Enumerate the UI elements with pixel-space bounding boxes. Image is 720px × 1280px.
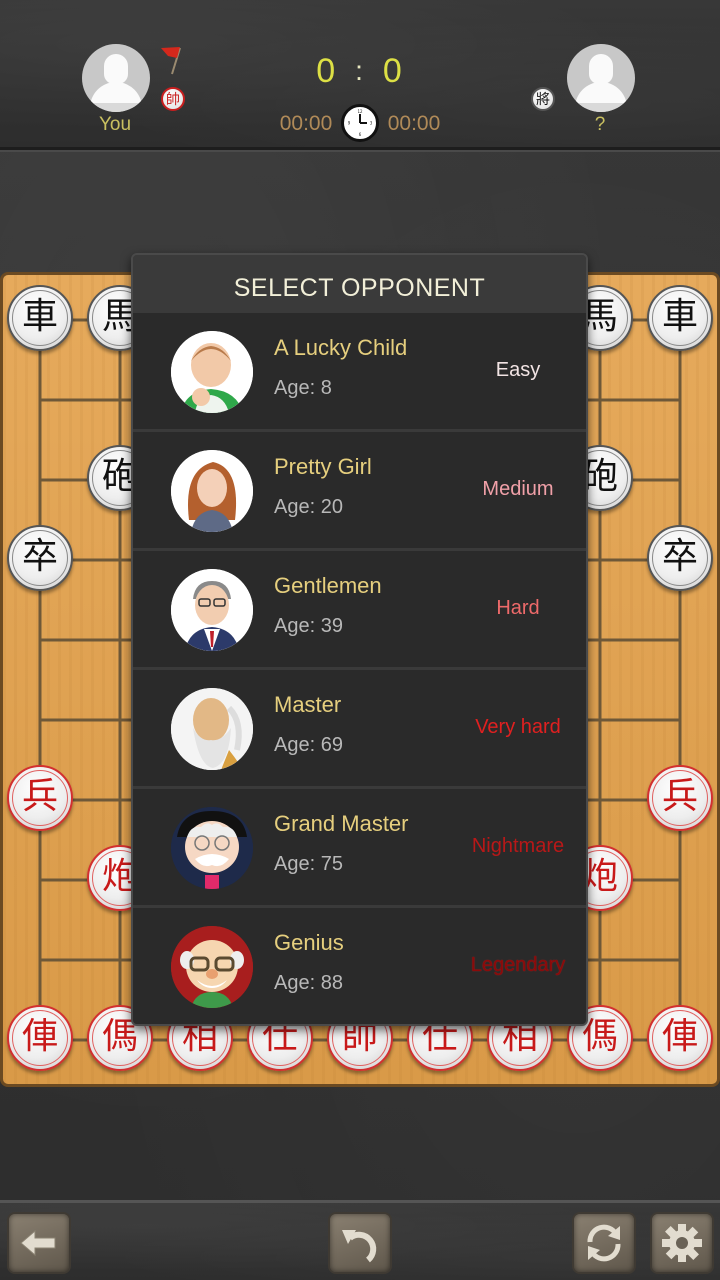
clock-icon: 12 3 6 9 <box>341 104 379 142</box>
undo-button[interactable] <box>328 1212 392 1274</box>
opponent-score: 0 <box>382 52 404 90</box>
piece-red-soldier[interactable]: 兵 <box>7 765 73 831</box>
piece-red-chariot[interactable]: 俥 <box>647 1005 713 1071</box>
genius-avatar-icon <box>171 926 253 1008</box>
difficulty-level: Medium <box>482 478 554 500</box>
piece-black-chariot[interactable]: 車 <box>647 285 713 351</box>
piece-black-soldier[interactable]: 卒 <box>7 525 73 591</box>
restart-button[interactable] <box>572 1212 636 1274</box>
svg-text:12: 12 <box>357 109 363 114</box>
baby-avatar-icon <box>171 331 253 413</box>
player-name: You <box>98 114 132 135</box>
opponent-age: Age: 69 <box>274 734 343 756</box>
refresh-icon <box>587 1224 621 1262</box>
score-separator: : <box>355 55 365 86</box>
opponent-name: Master <box>274 692 342 717</box>
opponent-age: Age: 39 <box>274 615 343 637</box>
player-side-piece: 帥 <box>161 87 185 111</box>
opponent-name: A Lucky Child <box>274 335 408 360</box>
opponent-name: ? <box>594 114 606 135</box>
opponent-name: Gentlemen <box>274 573 382 598</box>
piece-red-soldier[interactable]: 兵 <box>647 765 713 831</box>
select-opponent-dialog: SELECT OPPONENT A Lucky Child Age: 8 Eas… <box>131 253 588 1026</box>
svg-text:9: 9 <box>348 121 351 126</box>
difficulty-level: Nightmare <box>471 835 565 857</box>
red-flag-icon <box>161 47 181 75</box>
opponent-option-master[interactable]: Master Age: 69 Very hard <box>133 670 586 789</box>
gentleman-avatar-icon <box>171 569 253 651</box>
dialog-title: SELECT OPPONENT <box>133 255 586 313</box>
opponent-option-lucky-child[interactable]: A Lucky Child Age: 8 Easy <box>133 313 586 432</box>
girl-avatar-icon <box>171 450 253 532</box>
difficulty-level: Easy <box>495 359 541 381</box>
piece-black-soldier[interactable]: 卒 <box>647 525 713 591</box>
back-button[interactable] <box>7 1212 71 1274</box>
grand-master-avatar-icon <box>171 807 253 889</box>
opponent-option-grand-master[interactable]: Grand Master Age: 75 Nightmare <box>133 789 586 908</box>
opponent-age: Age: 75 <box>274 853 343 875</box>
opponent-option-gentlemen[interactable]: Gentlemen Age: 39 Hard <box>133 551 586 670</box>
svg-text:3: 3 <box>370 121 373 126</box>
opponent-name: Genius <box>274 930 344 955</box>
opponent-name: Grand Master <box>274 811 409 836</box>
difficulty-level: Hard <box>496 597 540 619</box>
svg-text:6: 6 <box>359 132 362 137</box>
master-avatar-icon <box>171 688 253 770</box>
gear-icon <box>662 1224 702 1262</box>
opponent-timer: 00:00 <box>387 112 441 135</box>
player-score: 0 <box>316 52 338 90</box>
opponent-avatar <box>567 44 635 112</box>
piece-red-chariot[interactable]: 俥 <box>7 1005 73 1071</box>
opponent-age: Age: 88 <box>274 972 343 994</box>
opponent-option-genius[interactable]: Genius Age: 88 Legendary <box>133 908 586 1024</box>
undo-icon <box>342 1230 377 1263</box>
back-arrow-icon <box>20 1229 56 1257</box>
settings-button[interactable] <box>650 1212 714 1274</box>
opponent-age: Age: 20 <box>274 496 343 518</box>
opponent-name: Pretty Girl <box>274 454 372 479</box>
score-display: 0:0 <box>260 52 460 91</box>
opponent-side-piece: 將 <box>531 87 555 111</box>
difficulty-level: Very hard <box>475 716 561 738</box>
opponent-age: Age: 8 <box>274 377 332 399</box>
player-timer: 00:00 <box>279 112 333 135</box>
difficulty-level: Legendary <box>470 954 566 976</box>
game-header: 帥 You 0:0 00:00 12 3 6 9 00:00 將 ? <box>0 0 720 150</box>
opponent-option-pretty-girl[interactable]: Pretty Girl Age: 20 Medium <box>133 432 586 551</box>
player-avatar <box>82 44 150 112</box>
piece-black-chariot[interactable]: 車 <box>7 285 73 351</box>
